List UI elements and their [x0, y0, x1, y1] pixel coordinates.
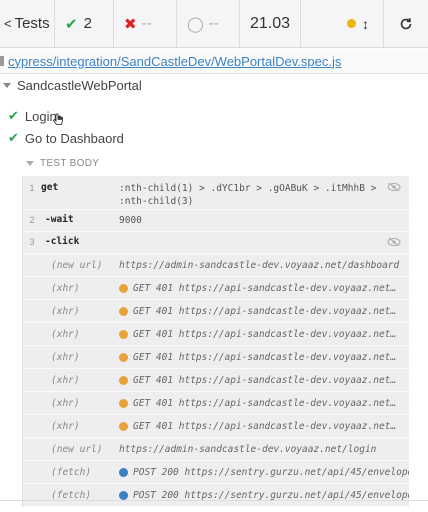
event-row[interactable]: (xhr) GET 401 https://api-sandcastle-dev.…	[23, 415, 409, 438]
event-name: (fetch)	[51, 489, 92, 501]
check-icon: ✔	[8, 130, 19, 145]
event-message-text: GET 401 https://api-sandcastle-dev.voyaa…	[133, 374, 397, 386]
event-name: (new url)	[51, 443, 103, 455]
event-name: (fetch)	[51, 466, 92, 478]
request-status-icon	[119, 283, 128, 293]
test-item-dashboard[interactable]: ✔ Go to Dashbaord	[0, 127, 428, 149]
event-message-text: GET 401 https://api-sandcastle-dev.voyaa…	[133, 305, 397, 317]
reporter-header: < Tests ✔ 2 ✖ -- ◯ -- 21.03 ↕	[0, 0, 428, 48]
event-row[interactable]: (xhr) GET 401 https://api-sandcastle-dev.…	[23, 323, 409, 346]
event-message: POST 200 https://sentry.gurzu.net/api/45…	[119, 490, 409, 501]
collapse-caret-icon	[3, 83, 11, 88]
test-body-header[interactable]: TEST BODY	[26, 158, 99, 169]
check-icon: ✔	[65, 15, 78, 33]
event-message: GET 401 https://api-sandcastle-dev.voyaa…	[119, 283, 409, 294]
event-message-text: https://admin-sandcastle-dev.voyaaz.net/…	[119, 443, 377, 455]
chevron-left-icon: <	[4, 16, 12, 31]
event-message: https://admin-sandcastle-dev.voyaaz.net/…	[119, 444, 409, 455]
event-row[interactable]: (fetch) POST 200 https://sentry.gurzu.net…	[23, 484, 409, 507]
request-status-icon	[119, 352, 128, 362]
command-row[interactable]: 2 -wait 9000	[23, 210, 409, 232]
command-row[interactable]: 1 get :nth-child(1) > .dYC1br > .gOABuK …	[23, 176, 409, 210]
event-message-text: GET 401 https://api-sandcastle-dev.voyaa…	[133, 420, 397, 432]
request-status-icon	[119, 375, 128, 385]
event-message-text: https://admin-sandcastle-dev.voyaaz.net/…	[119, 259, 400, 271]
event-message-text: POST 200 https://sentry.gurzu.net/api/45…	[133, 489, 409, 501]
event-row[interactable]: (new url) https://admin-sandcastle-dev.vo…	[23, 254, 409, 277]
passed-count: ✔ 2	[55, 0, 114, 47]
command-log: 1 get :nth-child(1) > .dYC1br > .gOABuK …	[22, 176, 409, 507]
event-message: GET 401 https://api-sandcastle-dev.voyaa…	[119, 421, 409, 432]
pending-count: ◯ --	[177, 0, 240, 47]
eye-slash-icon	[387, 182, 401, 192]
event-message: GET 401 https://api-sandcastle-dev.voyaa…	[119, 398, 409, 409]
test-item-login[interactable]: ✔ Login	[0, 105, 428, 127]
event-row[interactable]: (fetch) POST 200 https://sentry.gurzu.net…	[23, 461, 409, 484]
event-message-text: POST 200 https://sentry.gurzu.net/api/45…	[133, 466, 409, 478]
event-list: (new url) https://admin-sandcastle-dev.vo…	[23, 254, 409, 507]
event-name: (xhr)	[51, 420, 80, 432]
status-area: ↕	[301, 0, 384, 47]
event-row[interactable]: (new url) https://admin-sandcastle-dev.vo…	[23, 438, 409, 461]
event-message: POST 200 https://sentry.gurzu.net/api/45…	[119, 467, 409, 478]
collapse-caret-icon	[26, 161, 34, 166]
command-row[interactable]: 3 -click	[23, 232, 409, 254]
event-row[interactable]: (xhr) GET 401 https://api-sandcastle-dev.…	[23, 300, 409, 323]
check-icon: ✔	[8, 108, 19, 123]
event-message: GET 401 https://api-sandcastle-dev.voyaa…	[119, 352, 409, 363]
event-name: (xhr)	[51, 282, 80, 294]
request-status-icon	[119, 467, 128, 477]
running-status-icon	[347, 19, 356, 28]
event-message: GET 401 https://api-sandcastle-dev.voyaa…	[119, 375, 409, 386]
request-status-icon	[119, 329, 128, 339]
event-name: (xhr)	[51, 397, 80, 409]
event-message: GET 401 https://api-sandcastle-dev.voyaa…	[119, 329, 409, 340]
eye-slash-icon	[387, 237, 401, 247]
event-name: (xhr)	[51, 305, 80, 317]
event-message: https://admin-sandcastle-dev.voyaaz.net/…	[119, 260, 409, 271]
event-name: (xhr)	[51, 328, 80, 340]
file-icon	[0, 56, 4, 66]
tests-toggle-button[interactable]: < Tests	[0, 0, 55, 47]
spec-file-link[interactable]: cypress/integration/SandCastleDev/WebPor…	[8, 54, 341, 69]
event-row[interactable]: (xhr) GET 401 https://api-sandcastle-dev.…	[23, 369, 409, 392]
spec-file-bar: cypress/integration/SandCastleDev/WebPor…	[0, 49, 428, 74]
event-row[interactable]: (xhr) GET 401 https://api-sandcastle-dev.…	[23, 346, 409, 369]
event-message-text: GET 401 https://api-sandcastle-dev.voyaa…	[133, 282, 397, 294]
event-message: GET 401 https://api-sandcastle-dev.voyaa…	[119, 306, 409, 317]
divider	[0, 500, 428, 501]
duration: 21.03	[240, 0, 301, 47]
failed-count: ✖ --	[114, 0, 177, 47]
event-name: (new url)	[51, 259, 103, 271]
event-message-text: GET 401 https://api-sandcastle-dev.voyaa…	[133, 328, 397, 340]
request-status-icon	[119, 306, 128, 316]
event-row[interactable]: (xhr) GET 401 https://api-sandcastle-dev.…	[23, 392, 409, 415]
request-status-icon	[119, 490, 128, 500]
pointer-cursor-icon	[52, 113, 63, 125]
request-status-icon	[119, 421, 128, 431]
scroll-toggle-icon[interactable]: ↕	[362, 16, 369, 32]
tests-label: Tests	[14, 15, 50, 32]
event-row[interactable]: (xhr) GET 401 https://api-sandcastle-dev.…	[23, 277, 409, 300]
reload-button[interactable]	[384, 0, 428, 47]
event-message-text: GET 401 https://api-sandcastle-dev.voyaa…	[133, 397, 397, 409]
event-message-text: GET 401 https://api-sandcastle-dev.voyaa…	[133, 351, 397, 363]
event-name: (xhr)	[51, 374, 80, 386]
pending-circle-icon: ◯	[187, 15, 204, 33]
suite-title[interactable]: SandcastleWebPortal	[0, 78, 142, 93]
reload-icon	[400, 17, 412, 29]
x-icon: ✖	[124, 15, 137, 33]
request-status-icon	[119, 398, 128, 408]
event-name: (xhr)	[51, 351, 80, 363]
